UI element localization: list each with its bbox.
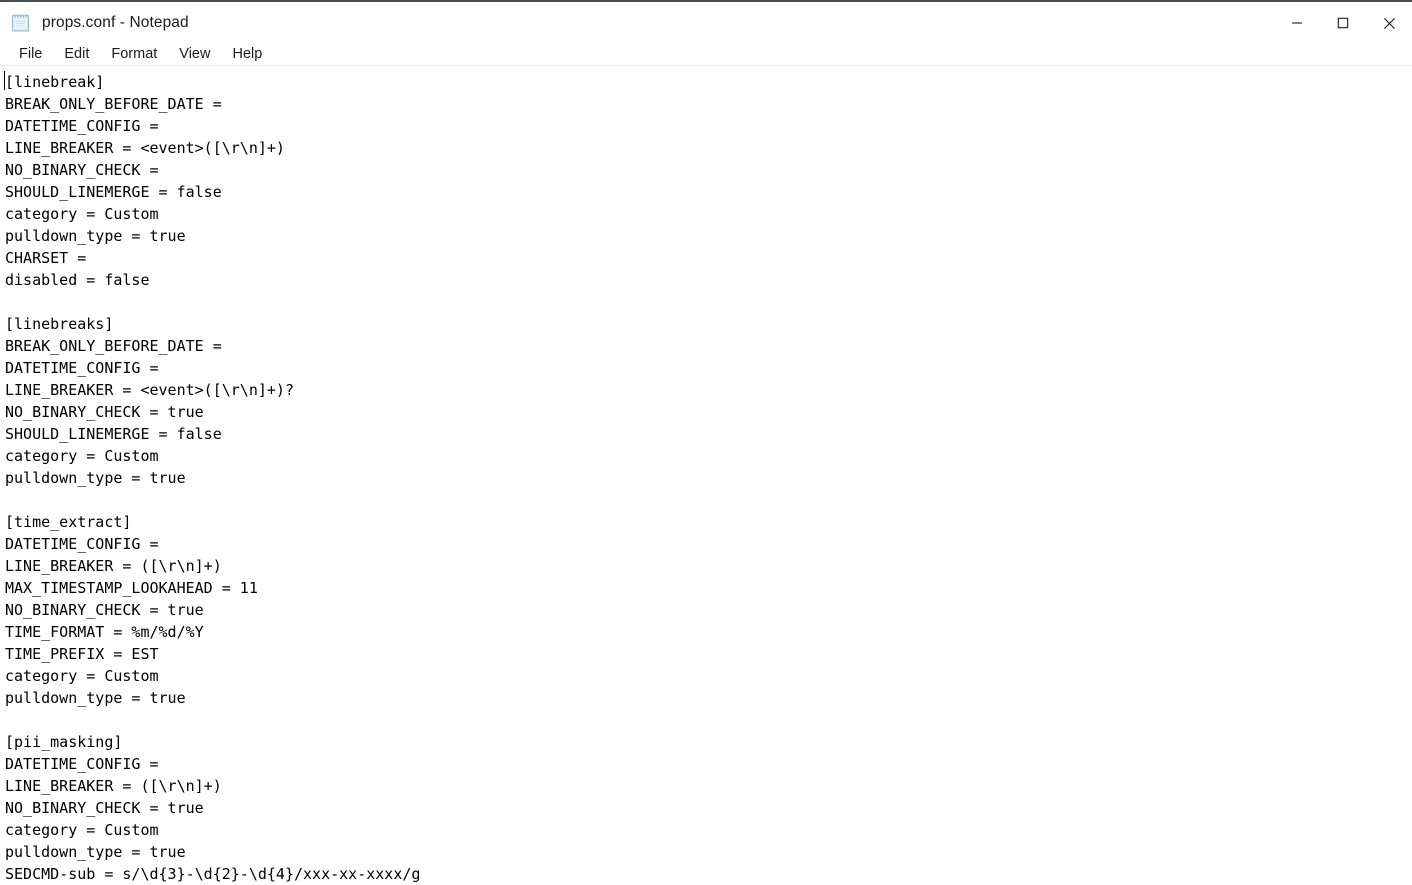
close-button[interactable] (1366, 2, 1412, 44)
notepad-icon (10, 12, 32, 34)
menu-item-edit[interactable]: Edit (53, 44, 100, 65)
window-title: props.conf - Notepad (42, 14, 189, 31)
menu-item-help[interactable]: Help (221, 44, 273, 65)
maximize-button[interactable] (1320, 2, 1366, 44)
text-editor[interactable]: [linebreak] BREAK_ONLY_BEFORE_DATE = DAT… (0, 66, 1412, 885)
title-bar[interactable]: props.conf - Notepad (0, 2, 1412, 44)
minimize-button[interactable] (1274, 2, 1320, 44)
window-controls (1274, 2, 1412, 44)
text-area-container[interactable]: [linebreak] BREAK_ONLY_BEFORE_DATE = DAT… (0, 66, 1412, 885)
menu-bar: File Edit Format View Help (0, 44, 1412, 66)
menu-item-view[interactable]: View (168, 44, 221, 65)
menu-item-format[interactable]: Format (100, 44, 168, 65)
title-bar-left: props.conf - Notepad (0, 12, 1274, 34)
notepad-window: props.conf - Notepad File Edit Format Vi… (0, 0, 1412, 885)
menu-item-file[interactable]: File (8, 44, 53, 65)
